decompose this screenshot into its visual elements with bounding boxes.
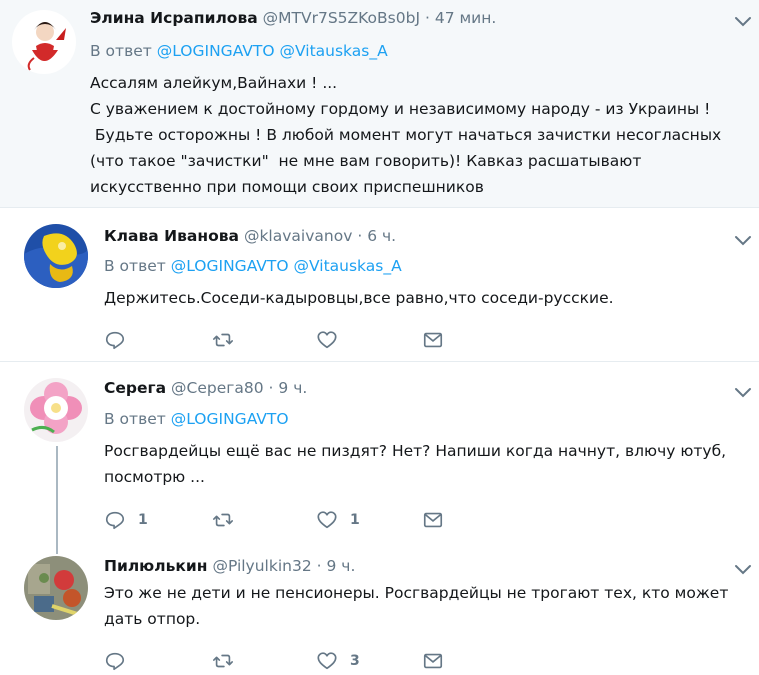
tweet-klava[interactable]: Клава Иванова @klavaivanov · 6 ч. В отве…	[0, 208, 759, 362]
reply-icon	[105, 652, 125, 671]
user-handle[interactable]: @Серега80	[171, 379, 264, 397]
display-name[interactable]: Клава Иванова	[104, 227, 239, 245]
tweet-pilyulkin[interactable]: Пилюлькин @Pilyulkin32 · 9 ч. Это же не …	[0, 544, 759, 675]
reply-context: В ответ @LOGINGAVTO	[104, 408, 289, 430]
user-handle[interactable]: @klavaivanov	[244, 227, 352, 245]
tweet-text-line: Будьте осторожны ! В любой момент могут …	[90, 126, 722, 144]
reply-prefix: В ответ	[90, 42, 152, 60]
timestamp[interactable]: 47 мин.	[435, 9, 496, 27]
tweet-text-line: Это же не дети и не пенсионеры. Росгвард…	[104, 584, 729, 602]
message-icon	[423, 653, 443, 669]
tweet-text-line: С уважением к достойному гордому и незав…	[90, 100, 711, 118]
tweet-text-line: дать отпор.	[104, 610, 201, 628]
retweet-button[interactable]	[212, 508, 246, 532]
thread-connector	[56, 446, 58, 554]
display-name[interactable]: Элина Исрапилова	[90, 9, 258, 27]
display-name[interactable]: Пилюлькин	[104, 557, 208, 575]
tweet-text-line: Ассалям алейкум,Вайнахи ! ...	[90, 74, 338, 92]
separator-dot: ·	[424, 9, 430, 27]
reply-prefix: В ответ	[104, 257, 166, 275]
message-icon	[423, 332, 443, 348]
retweet-button[interactable]	[212, 328, 246, 352]
tweet-header: Серега @Серега80 · 9 ч.	[104, 376, 307, 400]
like-count: 1	[350, 512, 360, 528]
separator-dot: ·	[268, 379, 274, 397]
tweet-text: Это же не дети и не пенсионеры. Росгвард…	[104, 580, 728, 632]
avatar[interactable]	[12, 10, 76, 74]
reply-mention[interactable]: @Vitauskas_A	[280, 42, 388, 60]
reply-mention[interactable]: @LOGINGAVTO	[171, 257, 289, 275]
retweet-button[interactable]	[212, 649, 246, 673]
reply-icon	[105, 511, 125, 530]
avatar[interactable]	[24, 224, 88, 288]
reply-prefix: В ответ	[104, 410, 166, 428]
tweet-text-line: Держитесь.Соседи-кадыровцы,все равно,что…	[104, 289, 614, 307]
like-icon	[317, 511, 337, 529]
message-button[interactable]	[422, 328, 444, 352]
separator-dot: ·	[316, 557, 322, 575]
reply-mention[interactable]: @Vitauskas_A	[294, 257, 402, 275]
retweet-icon	[213, 513, 233, 527]
tweet-serega[interactable]: Серега @Серега80 · 9 ч. В ответ @LOGINGA…	[0, 362, 759, 544]
like-icon	[317, 652, 337, 670]
avatar[interactable]	[24, 378, 88, 442]
tweet-text-line: посмотрю ...	[104, 468, 205, 486]
message-button[interactable]	[422, 508, 444, 532]
reply-button[interactable]	[104, 328, 138, 352]
tweet-header: Пилюлькин @Pilyulkin32 · 9 ч.	[104, 554, 355, 578]
reply-mention[interactable]: @LOGINGAVTO	[171, 410, 289, 428]
like-count: 3	[350, 653, 360, 669]
chevron-down-icon[interactable]	[733, 11, 753, 31]
reply-mention[interactable]: @LOGINGAVTO	[157, 42, 275, 60]
tweet-header: Клава Иванова @klavaivanov · 6 ч.	[104, 224, 396, 248]
reply-button[interactable]: 1	[104, 508, 148, 532]
tweet-text-line: Росгвардейцы ещё вас не пиздят? Нет? Нап…	[104, 442, 727, 460]
reply-context: В ответ @LOGINGAVTO @Vitauskas_A	[90, 40, 388, 62]
timestamp[interactable]: 6 ч.	[367, 227, 396, 245]
tweet-text: Ассалям алейкум,Вайнахи ! ... С уважение…	[90, 70, 721, 200]
reply-count: 1	[138, 512, 148, 528]
like-button[interactable]: 3	[316, 649, 360, 673]
message-icon	[423, 512, 443, 528]
chevron-down-icon[interactable]	[733, 382, 753, 402]
like-icon	[317, 331, 337, 349]
message-button[interactable]	[422, 649, 444, 673]
reply-button[interactable]	[104, 649, 138, 673]
timestamp[interactable]: 9 ч.	[327, 557, 356, 575]
display-name[interactable]: Серега	[104, 379, 166, 397]
tweet-text-line: (что такое "зачистки" не мне вам говорит…	[90, 152, 642, 170]
retweet-icon	[213, 654, 233, 668]
timestamp[interactable]: 9 ч.	[278, 379, 307, 397]
separator-dot: ·	[357, 227, 363, 245]
like-button[interactable]: 1	[316, 508, 360, 532]
chevron-down-icon[interactable]	[733, 230, 753, 250]
tweet-text-line: искусственно при помощи своих приспешник…	[90, 178, 484, 196]
user-handle[interactable]: @Pilyulkin32	[212, 557, 311, 575]
tweet-header: Элина Исрапилова @MTVr7S5ZKoBs0bJ · 47 м…	[90, 6, 496, 30]
like-button[interactable]	[316, 328, 350, 352]
avatar[interactable]	[24, 556, 88, 620]
retweet-icon	[213, 333, 233, 347]
reply-icon	[105, 331, 125, 350]
tweet-elina[interactable]: Элина Исрапилова @MTVr7S5ZKoBs0bJ · 47 м…	[0, 0, 759, 208]
user-handle[interactable]: @MTVr7S5ZKoBs0bJ	[263, 9, 420, 27]
chevron-down-icon[interactable]	[733, 559, 753, 579]
tweet-text: Держитесь.Соседи-кадыровцы,все равно,что…	[104, 285, 614, 311]
reply-context: В ответ @LOGINGAVTO @Vitauskas_A	[104, 255, 402, 277]
tweet-text: Росгвардейцы ещё вас не пиздят? Нет? Нап…	[104, 438, 726, 490]
